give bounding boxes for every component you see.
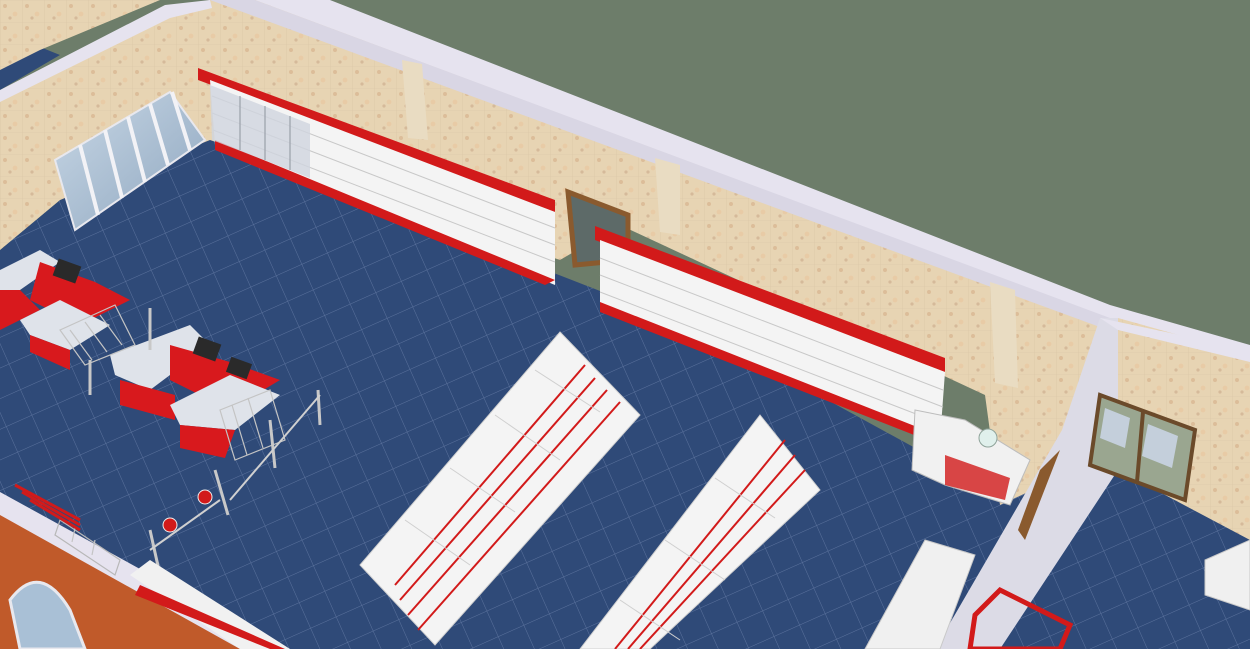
store-render (0, 0, 1250, 649)
scale-icon (978, 428, 998, 448)
store-3d-view (0, 0, 1250, 649)
